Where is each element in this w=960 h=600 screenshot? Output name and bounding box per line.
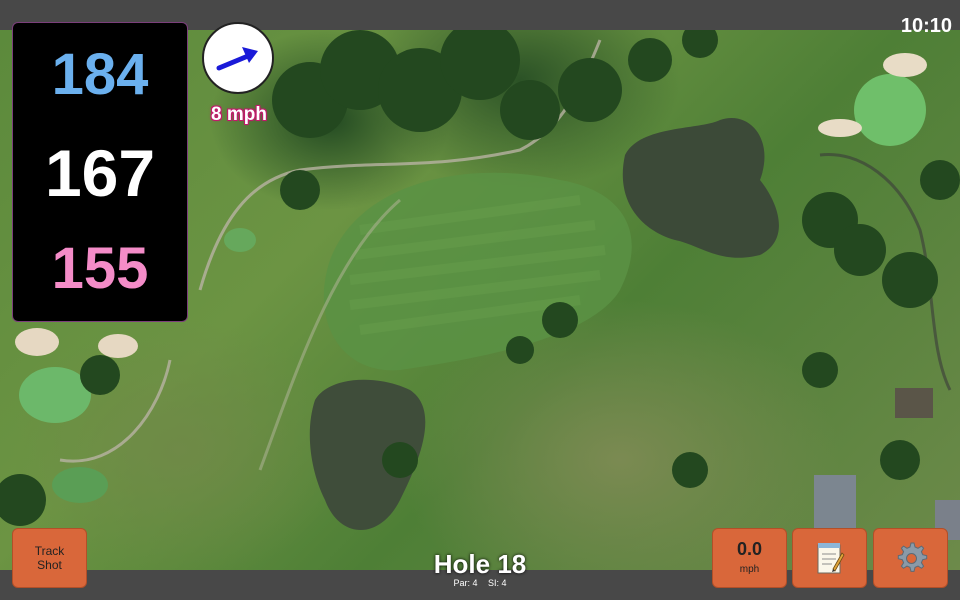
speed-unit: mph — [739, 564, 760, 575]
hole-stroke-index: SI: 4 — [488, 578, 507, 588]
distance-panel: 184 167 155 — [12, 22, 188, 322]
speed-button[interactable]: 0.0 mph — [712, 528, 787, 588]
track-shot-label-line2: Shot — [37, 558, 62, 572]
hole-par: Par: 4 — [453, 578, 478, 588]
scorecard-notes-button[interactable] — [792, 528, 867, 588]
hole-info: Par: 4 SI: 4 — [380, 578, 580, 588]
track-shot-label-line1: Track — [34, 544, 65, 558]
hole-title: Hole 18 — [433, 549, 527, 579]
track-shot-button[interactable]: Track Shot — [12, 528, 87, 588]
wind-speed-label: 8 mph — [211, 104, 267, 125]
front-distance: 155 — [51, 236, 149, 301]
center-distance: 167 — [44, 136, 156, 210]
wind-arrow-icon — [216, 47, 258, 71]
gear-icon — [897, 542, 927, 572]
speed-value: 0.0 — [736, 539, 763, 559]
status-clock: 10:10 — [900, 15, 952, 37]
settings-button[interactable] — [873, 528, 948, 588]
notepad-icon — [817, 543, 844, 574]
back-distance: 184 — [51, 42, 149, 107]
wind-indicator[interactable] — [202, 22, 274, 94]
